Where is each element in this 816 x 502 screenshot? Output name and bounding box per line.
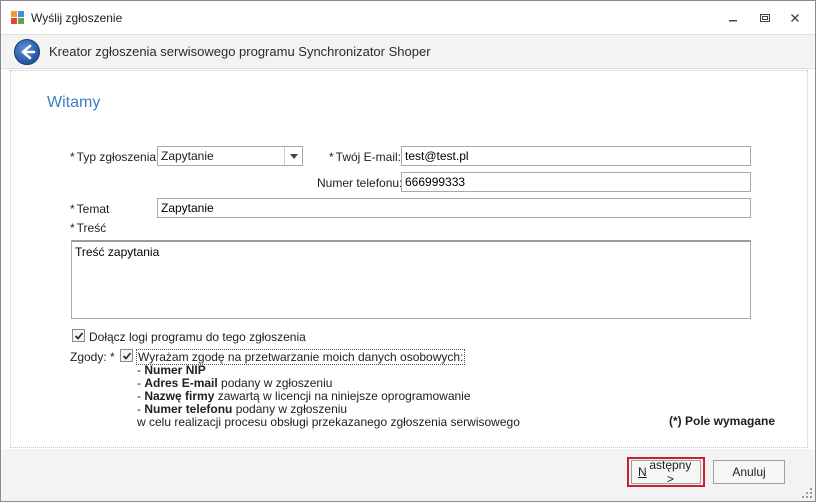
app-icon	[11, 11, 25, 25]
chevron-down-icon	[289, 153, 298, 159]
consent-item: - Numer NIP	[137, 363, 206, 377]
attach-logs-checkbox[interactable]	[72, 329, 85, 342]
minimize-icon	[729, 20, 737, 22]
email-field[interactable]	[401, 146, 751, 166]
consent-purpose: w celu realizacji procesu obsługi przeka…	[137, 415, 520, 429]
resize-grip-icon[interactable]	[801, 487, 813, 499]
required-fields-note: (*) Pole wymagane	[669, 414, 776, 428]
close-icon	[791, 14, 799, 22]
window-title: Wyślij zgłoszenie	[31, 11, 123, 25]
consent-item: - Adres E-mail podany w zgłoszeniu	[137, 376, 333, 390]
phone-label: Numer telefonu:	[317, 176, 403, 190]
type-select[interactable]: Zapytanie	[157, 146, 303, 166]
consent-checkbox[interactable]	[120, 349, 133, 362]
back-button[interactable]	[13, 38, 41, 66]
form-panel: Witamy * Typ zgłoszenia Zapytanie * Twój E…	[10, 70, 808, 448]
consent-item: - Numer telefonu podany w zgłoszeniu	[137, 402, 348, 416]
consents-label: Zgody:	[70, 350, 107, 364]
restore-icon	[760, 14, 770, 22]
page-heading: Witamy	[47, 94, 101, 111]
consent-item: - Nazwę firmy zawartą w licencji na nini…	[137, 389, 471, 403]
wizard-header: Kreator zgłoszenia serwisowego programu …	[1, 35, 815, 69]
attach-logs-label: Dołącz logi programu do tego zgłoszenia	[89, 330, 306, 344]
cancel-button[interactable]: Anuluj	[713, 460, 785, 484]
wizard-footer: Następny > Anuluj	[1, 449, 815, 501]
back-arrow-icon	[14, 39, 40, 65]
checkmark-icon	[122, 351, 131, 360]
close-button[interactable]	[781, 7, 809, 29]
body-label: * Treść	[70, 221, 107, 235]
checkmark-icon	[74, 331, 83, 340]
title-bar: Wyślij zgłoszenie	[1, 1, 815, 35]
type-label: * Typ zgłoszenia	[70, 150, 157, 164]
next-button[interactable]: Następny >	[631, 458, 701, 486]
body-textarea[interactable]: Treść zapytania	[71, 240, 751, 319]
minimize-button[interactable]	[719, 7, 747, 29]
dropdown-button[interactable]	[284, 147, 302, 165]
phone-field[interactable]	[401, 172, 751, 192]
subject-label: * Temat	[70, 202, 110, 216]
consents-required-marker: *	[110, 350, 115, 364]
type-select-value: Zapytanie	[161, 149, 214, 163]
maximize-button[interactable]	[751, 7, 779, 29]
wizard-title: Kreator zgłoszenia serwisowego programu …	[49, 44, 431, 59]
subject-field[interactable]	[157, 198, 751, 218]
email-label: * Twój E-mail:	[329, 150, 402, 164]
dialog-window: Wyślij zgłoszenie Kreator zgłoszenia ser…	[0, 0, 816, 502]
